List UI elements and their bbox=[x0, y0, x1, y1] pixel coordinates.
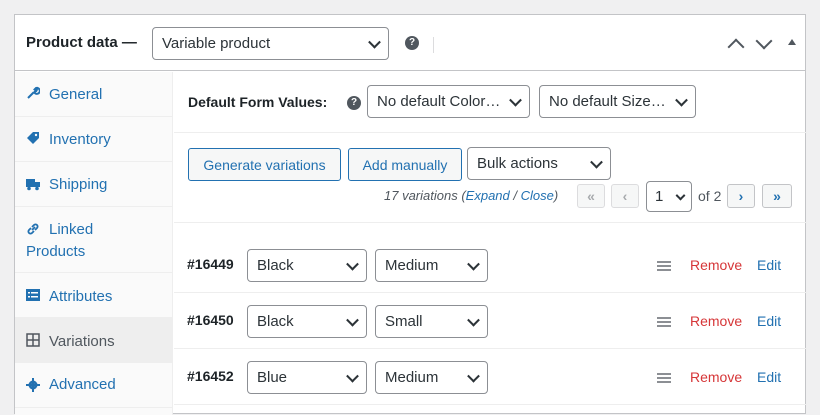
variation-id: #16452 bbox=[187, 368, 234, 384]
question-icon[interactable]: ? bbox=[347, 96, 361, 110]
chevron-down-icon bbox=[467, 313, 480, 327]
chevron-down-icon bbox=[467, 257, 480, 271]
page-value: 1 bbox=[655, 188, 664, 205]
list-icon bbox=[26, 289, 40, 301]
variation-color-value: Blue bbox=[257, 369, 288, 386]
variation-size-select[interactable]: Small bbox=[375, 305, 488, 338]
variation-row[interactable]: #16452 Blue Medium Remove Edit bbox=[174, 349, 807, 405]
chevron-down-icon[interactable] bbox=[755, 32, 773, 50]
add-manually-button[interactable]: Add manually bbox=[348, 148, 462, 181]
tab-general[interactable]: General bbox=[15, 72, 173, 117]
remove-link[interactable]: Remove bbox=[690, 257, 742, 273]
edit-link[interactable]: Edit bbox=[757, 257, 781, 273]
page-select[interactable]: 1 bbox=[646, 181, 692, 212]
variation-color-select[interactable]: Black bbox=[247, 305, 367, 338]
tab-label: Linked bbox=[49, 221, 94, 238]
bulk-actions-select[interactable]: Bulk actions bbox=[467, 147, 611, 180]
tab-label: Variations bbox=[49, 333, 115, 350]
default-color-select[interactable]: No default Color… bbox=[367, 85, 530, 118]
variation-size-select[interactable]: Medium bbox=[375, 361, 488, 394]
tag-icon bbox=[27, 132, 39, 144]
page-total: of 2 bbox=[698, 188, 722, 204]
tab-label: Shipping bbox=[49, 176, 108, 193]
panel-title: Product data — bbox=[26, 34, 137, 51]
default-form-values-row: Default Form Values: ? No default Color…… bbox=[174, 72, 807, 133]
chevron-down-icon bbox=[346, 313, 359, 327]
variation-size-value: Medium bbox=[385, 369, 439, 386]
chevron-down-icon bbox=[509, 93, 522, 107]
product-type-select[interactable]: Variable product bbox=[152, 27, 389, 60]
collapse-toggle-icon[interactable] bbox=[788, 39, 796, 45]
default-size-select[interactable]: No default Size… bbox=[539, 85, 696, 118]
tab-advanced[interactable]: Advanced bbox=[15, 363, 173, 408]
grid-icon bbox=[26, 333, 40, 347]
chevron-down-icon bbox=[675, 190, 686, 201]
drag-handle-icon[interactable] bbox=[657, 373, 671, 383]
default-form-values-label: Default Form Values: bbox=[188, 94, 328, 110]
bulk-actions-value: Bulk actions bbox=[477, 155, 558, 172]
chevron-down-icon bbox=[368, 35, 381, 49]
close-link[interactable]: Close bbox=[521, 188, 554, 203]
panel-header: Product data — Variable product ? bbox=[15, 15, 805, 71]
last-page-button[interactable]: » bbox=[762, 184, 792, 208]
variation-count: 17 variations (Expand / Close) bbox=[384, 188, 559, 203]
variation-count-text: 17 variations bbox=[384, 188, 458, 203]
prev-page-button[interactable]: ‹ bbox=[611, 184, 639, 208]
tab-label: General bbox=[49, 86, 103, 103]
variation-color-select[interactable]: Black bbox=[247, 249, 367, 282]
tab-linked-products[interactable]: Linked Products bbox=[15, 207, 173, 273]
tab-label: Advanced bbox=[49, 376, 116, 393]
variation-size-value: Small bbox=[385, 313, 423, 330]
sidebar-tabs: General Inventory Shipping Linked Produc… bbox=[15, 72, 173, 415]
question-icon[interactable]: ? bbox=[405, 36, 419, 50]
default-size-value: No default Size… bbox=[549, 93, 666, 110]
variation-id: #16450 bbox=[187, 312, 234, 328]
variations-toolbar: Generate variations Add manually Bulk ac… bbox=[174, 134, 807, 223]
tab-inventory[interactable]: Inventory bbox=[15, 117, 173, 162]
product-data-panel: Product data — Variable product ? Genera… bbox=[14, 14, 807, 415]
tab-variations[interactable]: Variations bbox=[15, 318, 173, 363]
chevron-down-icon bbox=[346, 369, 359, 383]
default-color-value: No default Color… bbox=[377, 93, 501, 110]
variation-color-value: Black bbox=[257, 313, 294, 330]
variation-color-select[interactable]: Blue bbox=[247, 361, 367, 394]
chevron-up-icon[interactable] bbox=[727, 38, 745, 56]
separator: / bbox=[513, 188, 518, 203]
first-page-button[interactable]: « bbox=[577, 184, 605, 208]
variation-row[interactable]: #16449 Black Medium Remove Edit bbox=[174, 237, 807, 293]
product-type-value: Variable product bbox=[162, 35, 271, 52]
remove-link[interactable]: Remove bbox=[690, 313, 742, 329]
variation-size-select[interactable]: Medium bbox=[375, 249, 488, 282]
tab-shipping[interactable]: Shipping bbox=[15, 162, 173, 207]
chevron-down-icon bbox=[590, 155, 603, 169]
divider bbox=[433, 37, 434, 53]
wrench-icon bbox=[27, 86, 40, 99]
drag-handle-icon[interactable] bbox=[657, 317, 671, 327]
next-page-button[interactable]: › bbox=[727, 184, 755, 208]
tab-label-line2: Products bbox=[26, 243, 86, 260]
variation-id: #16449 bbox=[187, 256, 234, 272]
variation-color-value: Black bbox=[257, 257, 294, 274]
expand-link[interactable]: Expand bbox=[466, 188, 510, 203]
gear-icon bbox=[26, 378, 40, 392]
variation-row[interactable]: #16450 Black Small Remove Edit bbox=[174, 293, 807, 349]
drag-handle-icon[interactable] bbox=[657, 261, 671, 271]
variation-size-value: Medium bbox=[385, 257, 439, 274]
edit-link[interactable]: Edit bbox=[757, 369, 781, 385]
remove-link[interactable]: Remove bbox=[690, 369, 742, 385]
generate-variations-button[interactable]: Generate variations bbox=[188, 148, 341, 181]
tab-label: Inventory bbox=[49, 131, 111, 148]
link-icon bbox=[27, 223, 39, 235]
tab-attributes[interactable]: Attributes bbox=[15, 273, 173, 318]
tab-label: Attributes bbox=[49, 288, 113, 305]
truck-icon bbox=[26, 179, 40, 191]
chevron-down-icon bbox=[346, 257, 359, 271]
chevron-down-icon bbox=[675, 93, 688, 107]
chevron-down-icon bbox=[467, 369, 480, 383]
edit-link[interactable]: Edit bbox=[757, 313, 781, 329]
variations-panel: Default Form Values: ? No default Color…… bbox=[174, 72, 807, 415]
